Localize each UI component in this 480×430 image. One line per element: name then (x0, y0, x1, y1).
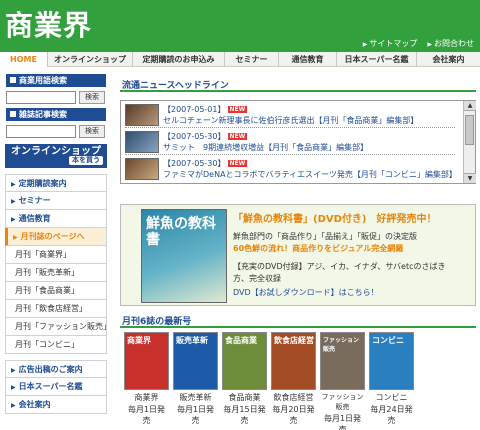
magazine-cover[interactable]: ファッション販売 (320, 332, 365, 390)
term-search: 商業用語検索 検索 (6, 74, 106, 104)
promo-banner[interactable]: 鮮魚の教科書 「鮮魚の教科書」(DVD付き) 好評発売中！ 鮮魚部門の「商品作り… (120, 204, 476, 306)
article-search-button[interactable]: 検索 (79, 125, 105, 138)
side-item-seminar[interactable]: ▶ セミナー (5, 192, 107, 210)
magazine-item[interactable]: 販売革新 販売革新 毎月1日発売 (173, 332, 218, 430)
site-header: 商業界 ▶ サイトマップ ▶ お問合わせ (0, 0, 480, 52)
news-item[interactable]: 【2007-05-30】 NEW サミット 9期連続増収増益【月刊「食品商業」編集… (125, 129, 455, 155)
article-search: 雑誌記事検索 検索 (6, 108, 106, 138)
buy-books-label: 本を買う (69, 156, 103, 165)
site-logo[interactable]: 商業界 (5, 4, 92, 44)
side-item-company[interactable]: ▶ 会社案内 (5, 396, 107, 414)
new-badge: NEW (227, 133, 248, 140)
news-section-title: 流通ニュースヘッドライン (120, 78, 476, 92)
term-search-button[interactable]: 検索 (79, 91, 105, 104)
main-content: 流通ニュースヘッドライン 【2007-05-01】 NEW セルコチェーン新理事長… (120, 78, 476, 430)
nav-online-shop[interactable]: オンラインショップ (48, 52, 133, 67)
scroll-up-icon[interactable]: ▲ (464, 101, 476, 111)
news-thumbnail (125, 131, 159, 153)
arrow-icon: ▶ (11, 181, 16, 188)
news-list: 【2007-05-01】 NEW セルコチェーン新理事長に佐伯行彦氏選出【月刊「食… (120, 100, 476, 184)
term-search-input[interactable] (6, 91, 76, 104)
side-item-super-directory[interactable]: ▶ 日本スーパー名鑑 (5, 378, 107, 396)
magazine-cover[interactable]: 飲食店経営 (271, 332, 316, 390)
side-menu: ▶ 定期購読案内 ▶ セミナー ▶ 通信教育 ▶ 月刊誌のページへ 月刊「商業界」 月刊… (5, 174, 107, 414)
magazine-item[interactable]: ファッション販売 ファッション販売 毎月1日発売 (320, 332, 365, 430)
promo-title[interactable]: 「鮮魚の教科書」(DVD付き) 好評発売中！ (233, 210, 436, 225)
side-item-hanbai-kakushin[interactable]: 月刊「販売革新」 (5, 264, 107, 282)
news-link[interactable]: ファミマがDeNAとコラボでバラティエスイーツ発売【月刊「コンビニ」編集部】 (163, 169, 457, 180)
arrow-icon: ▶ (11, 402, 16, 409)
promo-text: 60色鮮の流れ！商品作りをビジュアル完全網羅 (233, 244, 404, 253)
nav-subscription[interactable]: 定期購読のお申込み (133, 52, 225, 67)
nav-home[interactable]: HOME (0, 52, 48, 67)
news-link[interactable]: セルコチェーン新理事長に佐伯行彦氏選出【月刊「食品商業」編集部】 (163, 115, 418, 126)
article-search-input[interactable] (6, 125, 76, 138)
promo-text: 鮮魚部門の「商品作り」「品揃え」「販促」の決定版 (233, 232, 417, 241)
nav-correspondence[interactable]: 通信教育 (279, 52, 337, 67)
magazine-cover[interactable]: コンビニ (369, 332, 414, 390)
nav-seminar[interactable]: セミナー (225, 52, 279, 67)
side-item-shokuhin-shogyo[interactable]: 月刊「食品商業」 (5, 282, 107, 300)
term-search-title: 商業用語検索 (6, 74, 106, 87)
triangle-icon: ▶ (427, 41, 432, 48)
side-item-inshokuten[interactable]: 月刊「飲食店経営」 (5, 300, 107, 318)
magazine-cover[interactable]: 商業界 (124, 332, 169, 390)
arrow-icon: ▶ (11, 384, 16, 391)
global-nav: HOME オンラインショップ 定期購読のお申込み セミナー 通信教育 日本スーパ… (0, 52, 480, 67)
magazine-item[interactable]: 食品商業 食品商業 毎月15日発売 (222, 332, 267, 430)
promo-text: 方、完全収録 (233, 274, 281, 283)
triangle-icon: ▶ (362, 41, 368, 48)
online-shop-banner[interactable]: オンラインショップ 本を買う (5, 144, 107, 168)
contact-link[interactable]: ▶ お問合わせ (427, 38, 474, 49)
new-badge: NEW (227, 106, 248, 113)
news-thumbnail (125, 158, 159, 180)
magazine-list: 商業界 商業界 毎月1日発売 販売革新 販売革新 毎月1日発売 食品商業 食品商… (124, 332, 414, 430)
promo-book-cover[interactable]: 鮮魚の教科書 (141, 209, 227, 303)
side-item-fashion[interactable]: 月刊「ファッション販売」 (5, 318, 107, 336)
side-item-correspondence[interactable]: ▶ 通信教育 (5, 210, 107, 228)
arrow-icon: ▶ (13, 234, 18, 241)
nav-company[interactable]: 会社案内 (417, 52, 480, 67)
magazine-item[interactable]: 商業界 商業界 毎月1日発売 (124, 332, 169, 430)
magazine-item[interactable]: 飲食店経営 飲食店経営 毎月20日発売 (271, 332, 316, 430)
news-scrollbar[interactable]: ▲ ▼ (463, 101, 476, 183)
left-sidebar: 商業用語検索 検索 雑誌記事検索 検索 オンラインショップ 本を買う ▶ 定期購読… (0, 70, 112, 430)
magazine-cover[interactable]: 販売革新 (173, 332, 218, 390)
utility-links: ▶ サイトマップ ▶ お問合わせ (363, 38, 474, 49)
new-badge: NEW (227, 160, 248, 167)
side-item-subscription[interactable]: ▶ 定期購読案内 (5, 174, 107, 192)
news-item[interactable]: 【2007-05-01】 NEW セルコチェーン新理事長に佐伯行彦氏選出【月刊「食… (125, 102, 455, 128)
sitemap-link[interactable]: ▶ サイトマップ (363, 38, 418, 49)
side-item-monthly-pages[interactable]: ▶ 月刊誌のページへ (5, 228, 107, 246)
article-search-title: 雑誌記事検索 (6, 108, 106, 121)
side-item-conveni[interactable]: 月刊「コンビニ」 (5, 336, 107, 354)
arrow-icon: ▶ (11, 198, 16, 205)
promo-download-link[interactable]: DVD【お試しダウンロード】はこちら！ (233, 287, 379, 298)
nav-super-directory[interactable]: 日本スーパー名鑑 (337, 52, 417, 67)
side-item-advertising[interactable]: ▶ 広告出稿のご案内 (5, 360, 107, 378)
magazines-section: 月刊6誌の最新号 商業界 商業界 毎月1日発売 販売革新 販売革新 毎月1日発売… (120, 314, 476, 430)
scroll-down-icon[interactable]: ▼ (464, 173, 476, 183)
news-item[interactable]: 【2007-05-30】 NEW ファミマがDeNAとコラボでバラティエスイーツ発… (125, 156, 457, 182)
magazines-title: 月刊6誌の最新号 (120, 314, 476, 328)
arrow-icon: ▶ (11, 216, 16, 223)
scroll-thumb[interactable] (465, 115, 474, 145)
news-link[interactable]: サミット 9期連続増収増益【月刊「食品商業」編集部】 (163, 142, 368, 153)
promo-text: 【充実のDVD付録】アジ、イカ、イナダ、サバetcのさばき (233, 262, 446, 271)
magazine-cover[interactable]: 食品商業 (222, 332, 267, 390)
magazine-item[interactable]: コンビニ コンビニ 毎月24日発売 (369, 332, 414, 430)
news-thumbnail (125, 104, 159, 126)
square-icon (10, 111, 16, 117)
square-icon (10, 77, 16, 83)
side-item-shogyokai[interactable]: 月刊「商業界」 (5, 246, 107, 264)
arrow-icon: ▶ (11, 367, 16, 374)
